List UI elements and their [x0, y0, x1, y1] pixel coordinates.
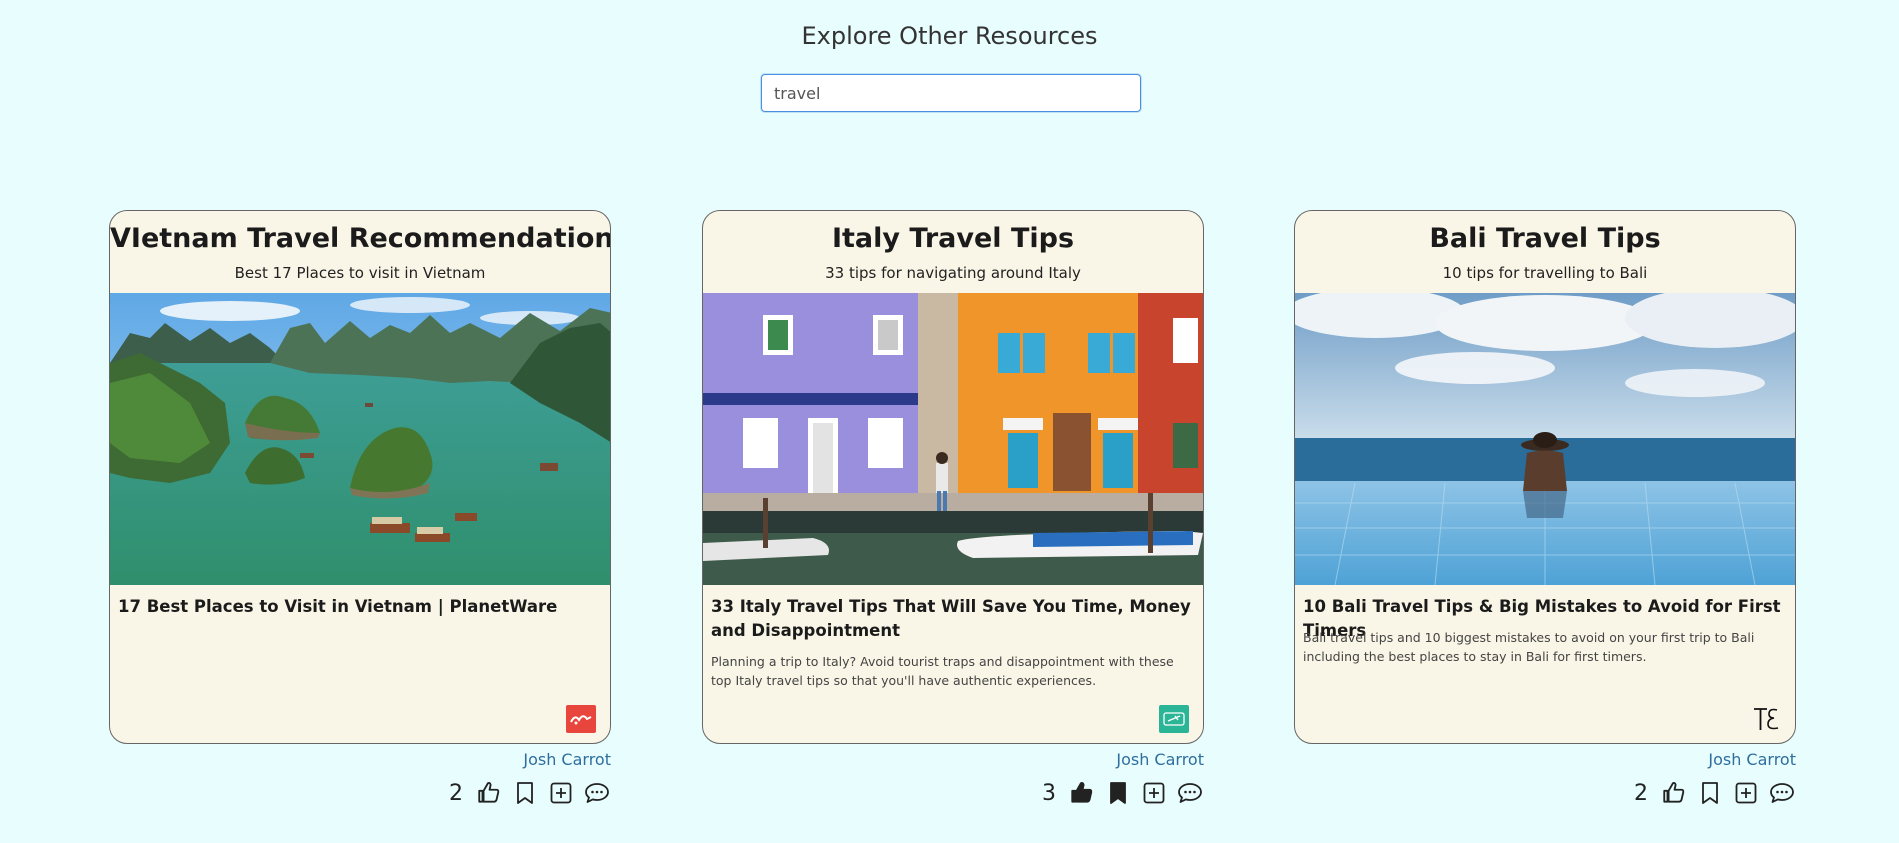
card-image-infinity-pool[interactable]	[1295, 293, 1795, 585]
like-count: 3	[1042, 780, 1056, 806]
card-image-halong-bay[interactable]	[110, 293, 610, 585]
card-image-burano-canal[interactable]	[703, 293, 1203, 585]
resource-card-body[interactable]: Bali Travel Tips 10 tips for travelling …	[1294, 210, 1796, 744]
like-count: 2	[1634, 780, 1648, 806]
link-preview-description: Bali travel tips and 10 biggest mistakes…	[1303, 630, 1755, 664]
bookmark-icon[interactable]	[511, 779, 539, 807]
comment-icon[interactable]	[583, 779, 611, 807]
author-link[interactable]: Josh Carrot	[1294, 750, 1796, 769]
comment-icon[interactable]	[1176, 779, 1204, 807]
planetware-logo-icon	[566, 705, 596, 733]
card-subtitle: 10 tips for travelling to Bali	[1442, 264, 1648, 282]
link-preview-description: Planning a trip to Italy? Avoid tourist …	[711, 654, 1174, 688]
card-actions: 2	[1294, 779, 1796, 807]
card-actions: 3	[702, 779, 1204, 807]
card-subtitle: 33 tips for navigating around Italy	[825, 264, 1081, 282]
add-to-collection-icon[interactable]	[547, 779, 575, 807]
add-to-collection-icon[interactable]	[1732, 779, 1760, 807]
add-to-collection-icon[interactable]	[1140, 779, 1168, 807]
bookmark-icon[interactable]	[1696, 779, 1724, 807]
card-title: Bali Travel Tips	[1429, 223, 1661, 254]
card-actions: 2	[109, 779, 611, 807]
bookmark-icon[interactable]	[1104, 779, 1132, 807]
resource-card-body[interactable]: Italy Travel Tips 33 tips for navigating…	[702, 210, 1204, 744]
card-title: Italy Travel Tips	[831, 223, 1075, 254]
resource-card: Bali Travel Tips 10 tips for travelling …	[1294, 210, 1796, 807]
comment-icon[interactable]	[1768, 779, 1796, 807]
author-link[interactable]: Josh Carrot	[109, 750, 611, 769]
page-title: Explore Other Resources	[801, 22, 1098, 50]
resource-card: Italy Travel Tips 33 tips for navigating…	[702, 210, 1204, 807]
card-subtitle: Best 17 Places to visit in Vietnam	[234, 264, 486, 282]
link-preview-title[interactable]: 33 Italy Travel Tips That Will Save You …	[711, 595, 1191, 643]
thumbs-up-icon[interactable]	[475, 779, 503, 807]
resource-card-body[interactable]: VIetnam Travel Recommendations Best 17 P…	[109, 210, 611, 744]
airplane-ticket-icon	[1159, 705, 1189, 733]
author-link[interactable]: Josh Carrot	[702, 750, 1204, 769]
link-preview-title[interactable]: 17 Best Places to Visit in Vietnam | Pla…	[118, 595, 598, 619]
resource-card: VIetnam Travel Recommendations Best 17 P…	[109, 210, 611, 807]
card-title: VIetnam Travel Recommendations	[110, 223, 611, 254]
like-count: 2	[449, 780, 463, 806]
search-input[interactable]	[761, 74, 1141, 112]
thumbs-up-icon[interactable]	[1068, 779, 1096, 807]
te-monogram-icon	[1751, 705, 1781, 733]
thumbs-up-icon[interactable]	[1660, 779, 1688, 807]
